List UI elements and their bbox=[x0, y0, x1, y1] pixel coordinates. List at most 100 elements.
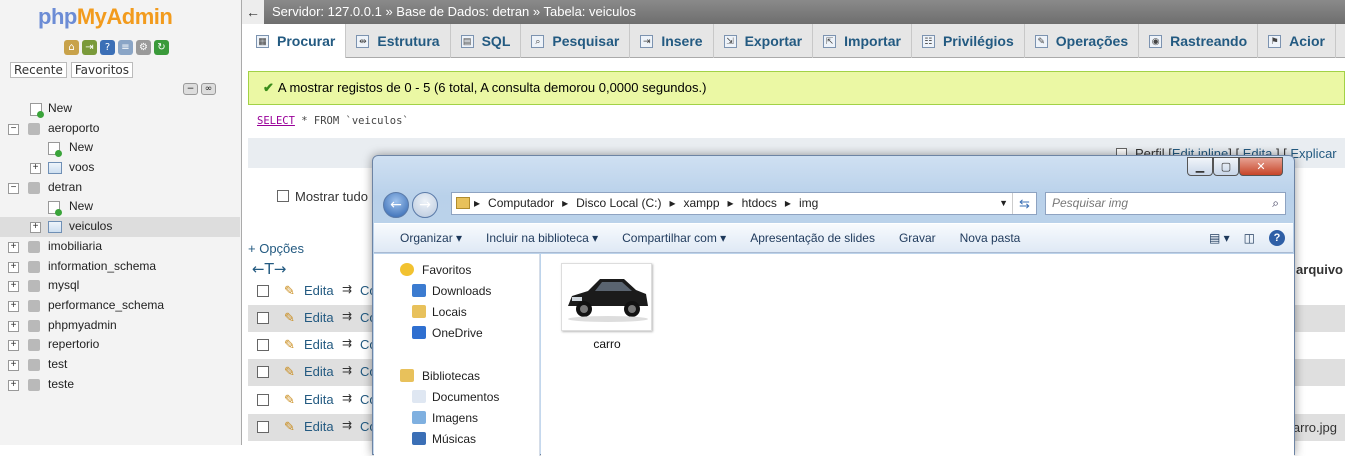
options-link[interactable]: + Opções bbox=[248, 241, 304, 256]
tree-node[interactable]: − aeroporto bbox=[0, 119, 240, 139]
copy-icon[interactable]: ⇉ bbox=[342, 391, 352, 405]
row-checkbox[interactable] bbox=[257, 339, 269, 351]
tree-node[interactable]: + performance_schema bbox=[0, 296, 240, 316]
edit-link[interactable]: Edita bbox=[304, 419, 334, 434]
search-input[interactable]: Pesquisar img ⌕ bbox=[1045, 192, 1286, 215]
edit-link[interactable]: Edita bbox=[304, 337, 334, 352]
tab-privileges[interactable]: ☷ Privilégios bbox=[912, 24, 1025, 58]
row-checkbox[interactable] bbox=[257, 285, 269, 297]
file-item[interactable]: carro bbox=[561, 263, 653, 351]
tree-node[interactable]: + phpmyadmin bbox=[0, 316, 240, 336]
address-bar[interactable]: ▸ Computador ▸ Disco Local (C:) ▸ xampp ▸ htdoc… bbox=[451, 192, 1037, 215]
address-segment[interactable]: xampp bbox=[684, 193, 720, 214]
expand-icon[interactable]: + bbox=[8, 281, 19, 293]
tree-node[interactable]: + mysql bbox=[0, 276, 240, 296]
show-all-checkbox[interactable] bbox=[277, 190, 289, 202]
edit-link[interactable]: Edita bbox=[304, 392, 334, 407]
row-checkbox[interactable] bbox=[257, 394, 269, 406]
tree-node[interactable]: − detran bbox=[0, 178, 240, 198]
tree-node[interactable]: + information_schema bbox=[0, 257, 240, 277]
address-separator-icon[interactable]: ▸ bbox=[474, 193, 480, 214]
magnifier-icon[interactable]: ⌕ bbox=[1272, 193, 1279, 214]
copy-icon[interactable]: ⇉ bbox=[342, 336, 352, 350]
pencil-icon[interactable]: ✎ bbox=[284, 364, 298, 379]
tree-node[interactable]: + test bbox=[0, 355, 240, 375]
expand-icon[interactable]: + bbox=[8, 320, 19, 332]
toolbar-item[interactable]: Incluir na biblioteca ▾ bbox=[474, 231, 610, 245]
toolbar-item[interactable]: Nova pasta bbox=[948, 231, 1033, 245]
phpmyadmin-logo[interactable]: phpMyAdmin bbox=[38, 4, 173, 30]
toolbar-item[interactable]: Compartilhar com ▾ bbox=[610, 231, 738, 245]
collapse-all-icon[interactable]: − bbox=[183, 83, 198, 95]
tree-node[interactable]: + veiculos bbox=[0, 217, 240, 237]
copy-icon[interactable]: ⇉ bbox=[342, 309, 352, 323]
pencil-icon[interactable]: ✎ bbox=[284, 310, 298, 325]
collapse-icon[interactable]: − bbox=[8, 182, 19, 194]
home-icon[interactable]: ⌂ bbox=[64, 40, 79, 55]
toolbar-item[interactable]: Gravar bbox=[887, 231, 948, 245]
tab-tracking[interactable]: ◉ Rastreando bbox=[1139, 24, 1259, 58]
pencil-icon[interactable]: ✎ bbox=[284, 419, 298, 434]
close-button[interactable]: ✕ bbox=[1239, 157, 1283, 176]
tree-node[interactable]: New bbox=[0, 197, 240, 217]
column-header-arquivo[interactable]: arquivo bbox=[1296, 262, 1343, 277]
help-icon[interactable]: ? bbox=[100, 40, 115, 55]
back-button[interactable]: ← bbox=[383, 192, 409, 218]
tab-export[interactable]: ⇲ Exportar bbox=[714, 24, 814, 58]
tree-node[interactable]: New bbox=[0, 99, 240, 119]
favorites-button[interactable]: Favoritos bbox=[70, 62, 134, 78]
tab-search[interactable]: ⌕ Pesquisar bbox=[521, 24, 631, 58]
recent-button[interactable]: Recente bbox=[10, 62, 67, 78]
expand-icon[interactable]: + bbox=[8, 340, 19, 352]
toolbar-item[interactable]: Apresentação de slides bbox=[738, 231, 887, 245]
tab-import[interactable]: ⇱ Importar bbox=[813, 24, 912, 58]
docs-icon[interactable]: ≡ bbox=[118, 40, 133, 55]
address-segment[interactable]: Computador bbox=[488, 193, 554, 214]
address-separator-icon[interactable]: ▸ bbox=[785, 193, 791, 214]
minimize-button[interactable]: ▁ bbox=[1187, 157, 1213, 176]
pencil-icon[interactable]: ✎ bbox=[284, 337, 298, 352]
settings-icon[interactable]: ⚙ bbox=[136, 40, 151, 55]
expand-icon[interactable]: + bbox=[8, 379, 19, 391]
copy-icon[interactable]: ⇉ bbox=[342, 363, 352, 377]
row-checkbox[interactable] bbox=[257, 312, 269, 324]
sql-keyword-link[interactable]: SELECT bbox=[257, 115, 295, 127]
edit-link[interactable]: Edita bbox=[304, 283, 334, 298]
expand-icon[interactable]: + bbox=[8, 359, 19, 371]
address-segment[interactable]: htdocs bbox=[742, 193, 777, 214]
edit-link[interactable]: Edita bbox=[304, 364, 334, 379]
row-checkbox[interactable] bbox=[257, 421, 269, 433]
address-separator-icon[interactable]: ▸ bbox=[669, 193, 675, 214]
tab-insert[interactable]: ⇥ Insere bbox=[630, 24, 714, 58]
tree-node[interactable]: + voos bbox=[0, 158, 240, 178]
address-segment[interactable]: Disco Local (C:) bbox=[576, 193, 661, 214]
tab-structure[interactable]: ⇹ Estrutura bbox=[346, 24, 451, 58]
row-checkbox[interactable] bbox=[257, 366, 269, 378]
address-separator-icon[interactable]: ▸ bbox=[728, 193, 734, 214]
help-icon[interactable]: ? bbox=[1269, 230, 1285, 246]
back-arrow-icon[interactable]: ← bbox=[242, 0, 264, 24]
pencil-icon[interactable]: ✎ bbox=[284, 392, 298, 407]
toolbar-item[interactable]: Organizar ▾ bbox=[388, 231, 474, 245]
expand-icon[interactable]: + bbox=[30, 163, 41, 175]
expand-icon[interactable]: + bbox=[30, 222, 41, 234]
view-options-icon[interactable]: ▤ ▾ bbox=[1209, 231, 1230, 245]
tab-operations[interactable]: ✎ Operações bbox=[1025, 24, 1140, 58]
expand-icon[interactable]: + bbox=[8, 300, 19, 312]
edit-link[interactable]: Edita bbox=[304, 310, 334, 325]
pencil-icon[interactable]: ✎ bbox=[284, 283, 298, 298]
tab-browse[interactable]: ▦ Procurar bbox=[246, 24, 347, 58]
expand-icon[interactable]: + bbox=[8, 241, 19, 253]
tab-sql[interactable]: ▤ SQL bbox=[451, 24, 522, 58]
tree-node[interactable]: + repertorio bbox=[0, 335, 240, 355]
expand-icon[interactable]: + bbox=[8, 261, 19, 273]
tree-node[interactable]: New bbox=[0, 138, 240, 158]
breadcrumb-text[interactable]: Servidor: 127.0.0.1 » Base de Dados: det… bbox=[272, 0, 636, 24]
column-resize-icon[interactable]: ←T→ bbox=[252, 260, 286, 278]
tree-node[interactable]: + imobiliaria bbox=[0, 237, 240, 257]
address-dropdown-icon[interactable]: ▼ bbox=[999, 193, 1008, 214]
address-segment[interactable]: img bbox=[799, 193, 818, 214]
logout-icon[interactable]: ⇥ bbox=[82, 40, 97, 55]
copy-icon[interactable]: ⇉ bbox=[342, 418, 352, 432]
forward-button[interactable]: → bbox=[412, 192, 438, 218]
